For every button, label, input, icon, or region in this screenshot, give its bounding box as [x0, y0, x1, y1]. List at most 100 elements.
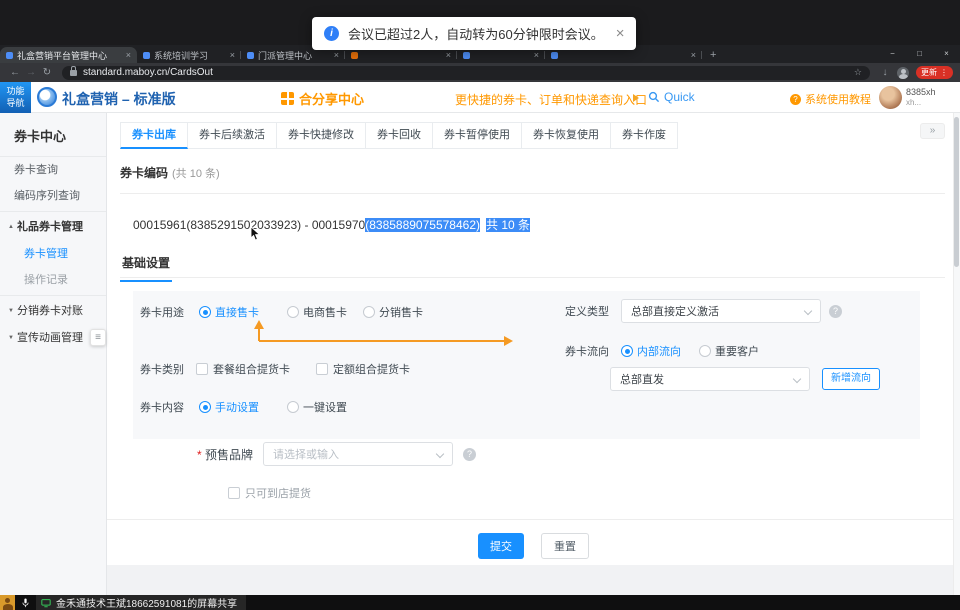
new-tab-button[interactable]: +	[710, 47, 716, 63]
tab-card-resume[interactable]: 券卡恢复使用	[522, 122, 611, 149]
card-code-range: 00015961(8385291502033923) - 00015970(83…	[133, 216, 530, 233]
tab-favicon	[6, 52, 13, 59]
tab-label: 系统培训学习	[154, 49, 225, 62]
tutorial-link[interactable]: ? 系统使用教程	[790, 91, 871, 107]
sidebar-group-gift-card[interactable]: ▲ 礼品券卡管理	[0, 214, 106, 241]
meeting-toast: i 会议已超过2人，自动转为60分钟限时会议。 ×	[312, 17, 636, 50]
reload-icon[interactable]: ↻	[39, 67, 55, 78]
tab-close-icon[interactable]: ×	[446, 50, 451, 60]
expand-panel-button[interactable]: »	[920, 123, 945, 139]
tab-card-void[interactable]: 券卡作废	[611, 122, 678, 149]
definition-type-row: 定义类型 总部直接定义激活 ?	[565, 299, 842, 323]
url-bar[interactable]: standard.maboy.cn/CardsOut ☆	[62, 66, 870, 80]
share-center-link[interactable]: 合分享中心	[281, 89, 364, 108]
radio-distribution-sale[interactable]: 分销售卡	[363, 304, 423, 320]
user-avatar[interactable]	[879, 86, 902, 109]
radio-label: 分销售卡	[379, 304, 423, 320]
help-icon[interactable]: ?	[829, 305, 842, 318]
microphone-icon[interactable]	[21, 597, 30, 609]
app-header: 功能 导航 礼盒营销 – 标准版 合分享中心 更快捷的券卡、订单和快递查询入口 …	[0, 82, 960, 113]
browser-tab-1[interactable]: 礼盒营销平台管理中心 ×	[0, 47, 137, 63]
presale-brand-dropdown[interactable]: 请选择或输入	[263, 442, 453, 466]
tab-card-outbound[interactable]: 券卡出库	[120, 122, 188, 149]
scrollbar-thumb[interactable]	[954, 117, 959, 267]
radio-label: 手动设置	[215, 399, 259, 415]
checkbox-combo-pickup-card[interactable]: 套餐组合提货卡	[196, 361, 290, 377]
radio-icon	[621, 345, 633, 357]
profile-icon[interactable]	[897, 67, 909, 79]
radio-direct-sale[interactable]: 直接售卡	[199, 304, 259, 320]
quick-search[interactable]: Quick	[648, 90, 695, 104]
help-icon[interactable]: ?	[463, 448, 476, 461]
radio-icon	[199, 306, 211, 318]
tab-card-quick-edit[interactable]: 券卡快捷修改	[277, 122, 366, 149]
nav-badge-line2: 导航	[6, 98, 24, 110]
presale-brand-placeholder: 请选择或输入	[273, 446, 339, 462]
tab-close-icon[interactable]: ×	[334, 50, 339, 60]
tab-close-icon[interactable]: ×	[126, 50, 131, 60]
checkbox-store-only[interactable]: 只可到店提货	[228, 485, 311, 501]
tab-card-suspend[interactable]: 券卡暂停使用	[433, 122, 522, 149]
triangle-down-icon: ▼	[8, 325, 14, 352]
function-nav-badge[interactable]: 功能 导航	[0, 82, 31, 113]
bookmark-star-icon[interactable]: ☆	[854, 67, 862, 78]
window-minimize-button[interactable]: −	[879, 45, 906, 63]
tab-card-activate[interactable]: 券卡后续激活	[188, 122, 277, 149]
window-maximize-button[interactable]: □	[906, 45, 933, 63]
card-flow-row: 券卡流向 内部流向 重要客户	[565, 343, 759, 359]
tab-card-recycle[interactable]: 券卡回收	[366, 122, 433, 149]
window-controls: − □ ×	[879, 45, 960, 63]
checkbox-fixed-combo-pickup-card[interactable]: 定额组合提货卡	[316, 361, 410, 377]
sidebar-collapse-toggle[interactable]: ≡	[90, 329, 106, 346]
radio-manual-setting[interactable]: 手动设置	[199, 399, 259, 415]
store-only-row: 只可到店提货	[228, 485, 311, 501]
tab-favicon	[143, 52, 150, 59]
radio-ecommerce-sale[interactable]: 电商售卡	[287, 304, 347, 320]
card-usage-label: 券卡用途	[140, 304, 184, 320]
radio-icon	[699, 345, 711, 357]
sidebar-item-op-record[interactable]: 操作记录	[0, 267, 106, 293]
radio-one-key-setting[interactable]: 一键设置	[287, 399, 347, 415]
lock-icon	[70, 70, 77, 76]
tab-close-icon[interactable]: ×	[230, 50, 235, 60]
checkbox-icon	[228, 487, 240, 499]
sidebar-group-dist-recon[interactable]: ▼ 分销券卡对账	[0, 298, 106, 325]
radio-label: 直接售卡	[215, 304, 259, 320]
radio-label: 重要客户	[715, 343, 759, 359]
forward-icon[interactable]: →	[23, 67, 39, 78]
definition-type-value: 总部直接定义激活	[631, 303, 719, 319]
tab-close-icon[interactable]: ×	[691, 50, 696, 60]
pointer-icon	[633, 94, 639, 102]
toast-close-icon[interactable]: ×	[616, 26, 625, 41]
window-close-button[interactable]: ×	[933, 45, 960, 63]
tab-favicon	[247, 52, 254, 59]
username: 8385xh	[906, 87, 936, 98]
share-center-label: 合分享中心	[299, 89, 364, 108]
submit-button[interactable]: 提交	[478, 533, 524, 559]
browser-tab-2[interactable]: 系统培训学习 ×	[137, 47, 241, 63]
page-body: 券卡中心 券卡查询 编码序列查询 ▲ 礼品券卡管理 券卡管理 操作记录 ▼ 分销…	[0, 113, 960, 595]
flow-channel-dropdown[interactable]: 总部直发	[610, 367, 810, 391]
nav-badge-line1: 功能	[6, 86, 24, 98]
radio-key-customer[interactable]: 重要客户	[699, 343, 759, 359]
menu-kebab-icon[interactable]: ⋮	[940, 68, 948, 77]
add-flow-button[interactable]: 新增流向	[822, 368, 880, 390]
sidebar-item-card-query[interactable]: 券卡查询	[0, 157, 106, 183]
form-actions: 提交 重置	[107, 533, 960, 559]
sidebar-item-card-mgmt[interactable]: 券卡管理	[0, 241, 106, 267]
back-icon[interactable]: ←	[7, 67, 23, 78]
required-asterisk: *	[197, 448, 202, 462]
reset-button[interactable]: 重置	[541, 533, 589, 559]
tab-label: 门派管理中心	[258, 49, 329, 62]
definition-type-label: 定义类型	[565, 303, 609, 319]
download-icon[interactable]: ↓	[877, 67, 893, 78]
tab-close-icon[interactable]: ×	[534, 50, 539, 60]
update-label: 更新	[921, 67, 937, 78]
scrollbar[interactable]	[953, 113, 960, 595]
gift-icon	[281, 92, 294, 105]
card-usage-row: 券卡用途 直接售卡 电商售卡 分销售卡	[140, 304, 423, 320]
radio-internal-flow[interactable]: 内部流向	[621, 343, 681, 359]
sidebar-item-code-seq-query[interactable]: 编码序列查询	[0, 183, 106, 209]
definition-type-dropdown[interactable]: 总部直接定义激活	[621, 299, 821, 323]
update-button[interactable]: 更新 ⋮	[916, 66, 953, 79]
